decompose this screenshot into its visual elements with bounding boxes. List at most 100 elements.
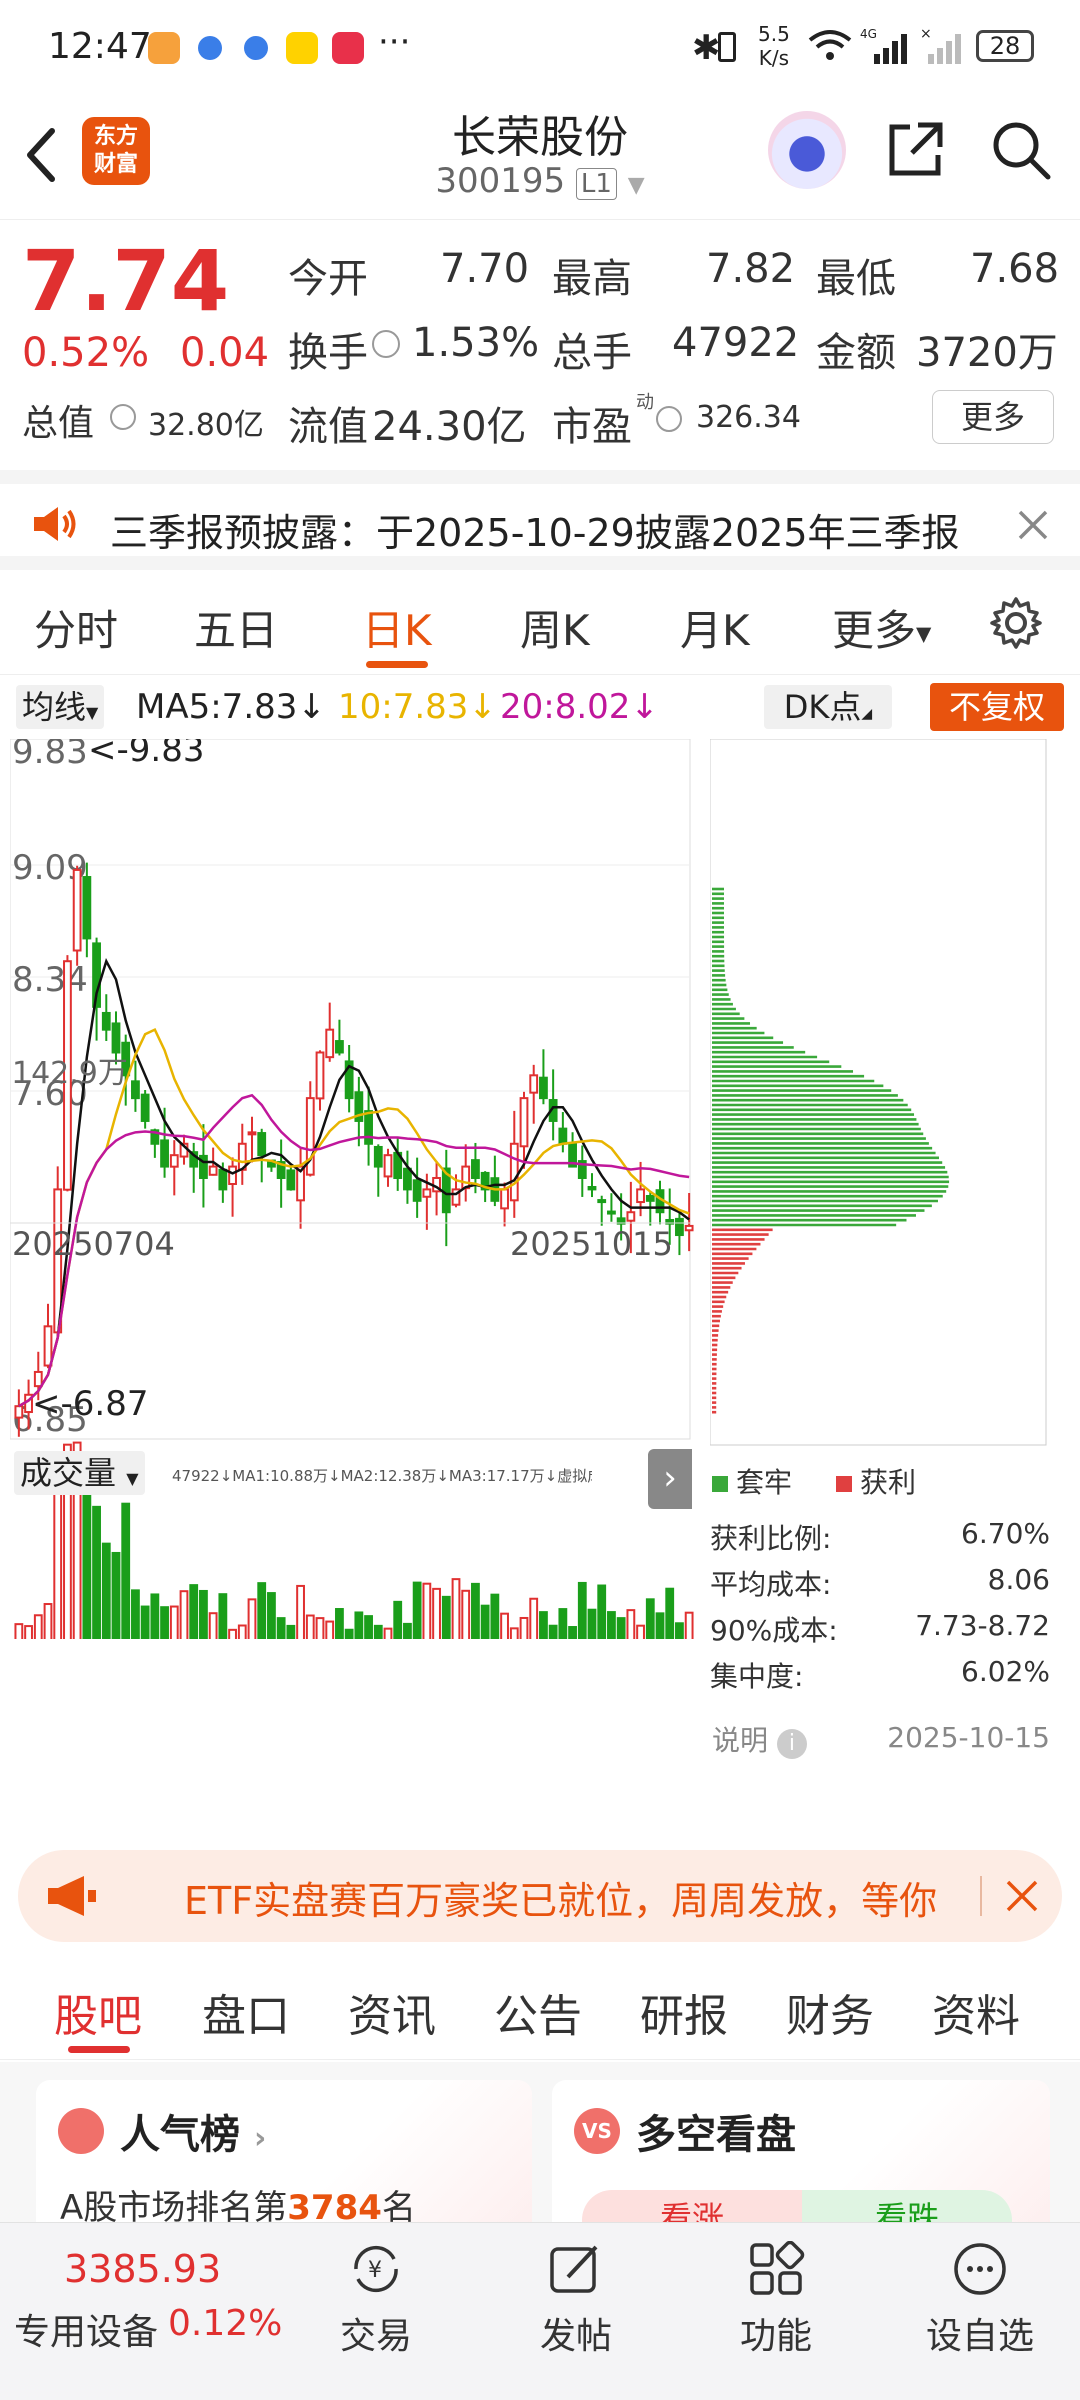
vibrate-icon	[718, 32, 736, 62]
nav-add-watchlist[interactable]: 设自选	[910, 2241, 1050, 2359]
volume-bar	[432, 1587, 441, 1639]
tab-finance[interactable]: 财务	[786, 1980, 874, 2044]
caret-down-icon: ▼	[916, 621, 932, 646]
volume-bar	[179, 1590, 189, 1639]
app-notif-icon	[148, 32, 180, 64]
expand-panel-button[interactable]: ›	[648, 1449, 692, 1509]
candle-body	[286, 1169, 296, 1191]
legend-swatch-red	[836, 1476, 852, 1492]
info-icon[interactable]	[656, 406, 682, 432]
turnover-value: 1.53%	[412, 320, 540, 366]
info-circle-icon: i	[776, 1729, 807, 1759]
status-bar: 12:47 ··· ✱ 5.5 K/s 4G × 28	[0, 0, 1080, 95]
tab-more[interactable]: 更多▼	[832, 597, 931, 658]
feature-cards: 人气榜 › A股市场排名第3784名 VS 多空看盘 看涨 看跌	[0, 2062, 1080, 2250]
candle-body	[684, 1224, 694, 1232]
volume-bar	[33, 1614, 43, 1639]
vol-selector[interactable]: 成交量 ▼	[14, 1451, 145, 1495]
volume-bar	[111, 1551, 121, 1639]
volume-bar	[305, 1614, 315, 1639]
tab-weekly-k[interactable]: 周K	[520, 597, 590, 658]
tab-five-day[interactable]: 五日	[194, 597, 278, 658]
tab-pankou[interactable]: 盘口	[202, 1980, 290, 2044]
info-icon[interactable]	[372, 330, 400, 358]
candle-body	[403, 1167, 412, 1191]
promo-banner[interactable]: ETF实盘赛百万豪奖已就位，周周发放，等你	[18, 1850, 1062, 1942]
open-label: 今开	[288, 256, 368, 302]
bull-bear-card[interactable]: VS 多空看盘 看涨 看跌	[552, 2080, 1050, 2250]
fuquan-button[interactable]: 不复权	[930, 683, 1064, 731]
volume-bar	[500, 1612, 509, 1639]
tab-announcement[interactable]: 公告	[494, 1980, 582, 2044]
dk-label: DK点	[783, 688, 862, 726]
candle-body	[539, 1076, 548, 1100]
tab-guba[interactable]: 股吧	[54, 1980, 142, 2044]
volume-bar	[422, 1582, 432, 1639]
bottom-nav: 3385.93 专用设备 0.12% ¥ 交易 发帖 功能 设自选	[0, 2222, 1080, 2400]
tab-monthly-k[interactable]: 月K	[680, 597, 750, 658]
more-notif-icon: ···	[378, 22, 411, 62]
level-badge: L1	[575, 168, 617, 200]
candle-body	[257, 1132, 267, 1157]
change-pct: 0.52%	[22, 330, 150, 376]
speaker-icon	[34, 507, 76, 541]
close-icon[interactable]	[1004, 1878, 1040, 1914]
kline-chart[interactable]: 9.839.098.347.606.85<-9.83<-6.87142.9万20…	[10, 739, 694, 1639]
vs-icon: VS	[574, 2108, 620, 2154]
app-notif-icon	[198, 36, 222, 60]
high-note: <-9.83	[88, 739, 204, 770]
popularity-card[interactable]: 人气榜 › A股市场排名第3784名	[36, 2080, 532, 2240]
nav-functions[interactable]: 功能	[706, 2241, 846, 2359]
candle-body	[519, 1097, 529, 1148]
volume-bar	[364, 1615, 373, 1639]
legend-hold: 套牢	[712, 1461, 792, 1501]
notice-bar[interactable]: 三季报预披露：于2025-10-29披露2025年三季报	[0, 470, 1080, 570]
chip-stat: 平均成本: 8.06	[710, 1563, 1050, 1601]
vol-selector-label: 成交量	[20, 1454, 117, 1492]
more-quote-button[interactable]: 更多	[932, 390, 1054, 444]
volume-bar	[509, 1627, 519, 1639]
volume-bar	[645, 1598, 655, 1639]
chip-date: 2025-10-15	[887, 1721, 1050, 1754]
last-price: 7.74	[22, 232, 230, 330]
close-icon[interactable]	[1016, 508, 1050, 542]
net-speed-unit: K/s	[758, 46, 790, 70]
amount-label: 金额	[816, 330, 896, 376]
mktcap-label: 总值	[22, 403, 95, 444]
candle-body	[131, 1080, 140, 1100]
nav-post[interactable]: 发帖	[506, 2241, 646, 2359]
caret-down-icon: ▼	[86, 703, 99, 722]
legend-profit: 获利	[836, 1461, 916, 1501]
volume-bar	[529, 1597, 539, 1639]
change-abs: 0.04	[180, 330, 270, 376]
volume-bar	[267, 1592, 276, 1639]
gear-icon[interactable]	[988, 595, 1044, 651]
robot-assistant-icon[interactable]	[768, 111, 846, 189]
volume-bar	[24, 1625, 33, 1639]
tab-daily-k[interactable]: 日K	[362, 597, 432, 658]
dk-point-selector[interactable]: DK点◢	[764, 685, 892, 729]
share-icon[interactable]	[884, 119, 946, 181]
volume-bar	[169, 1605, 179, 1639]
volume-bar	[539, 1611, 548, 1639]
tab-news[interactable]: 资讯	[348, 1980, 436, 2044]
candle-body	[461, 1165, 471, 1190]
candle-body	[587, 1186, 597, 1191]
info-icon[interactable]	[110, 404, 136, 430]
nav-trade[interactable]: ¥ 交易	[306, 2241, 446, 2359]
tab-profile[interactable]: 资料	[932, 1980, 1020, 2044]
tab-research[interactable]: 研报	[640, 1980, 728, 2044]
battery-icon: 28	[976, 30, 1034, 62]
volume-bar	[412, 1581, 422, 1639]
ma-selector[interactable]: 均线▼	[16, 685, 105, 729]
tab-intraday[interactable]: 分时	[34, 597, 118, 658]
ma-selector-label: 均线	[22, 688, 87, 726]
candle-body	[160, 1139, 169, 1168]
volume-bar	[237, 1624, 247, 1639]
chevron-down-icon: ▼	[627, 173, 645, 198]
volume-bar	[14, 1623, 24, 1639]
svg-text:4G: 4G	[860, 27, 877, 41]
volume-bar	[325, 1620, 335, 1639]
search-icon[interactable]	[988, 117, 1054, 183]
chip-note-link[interactable]: 说明 i	[712, 1719, 807, 1759]
